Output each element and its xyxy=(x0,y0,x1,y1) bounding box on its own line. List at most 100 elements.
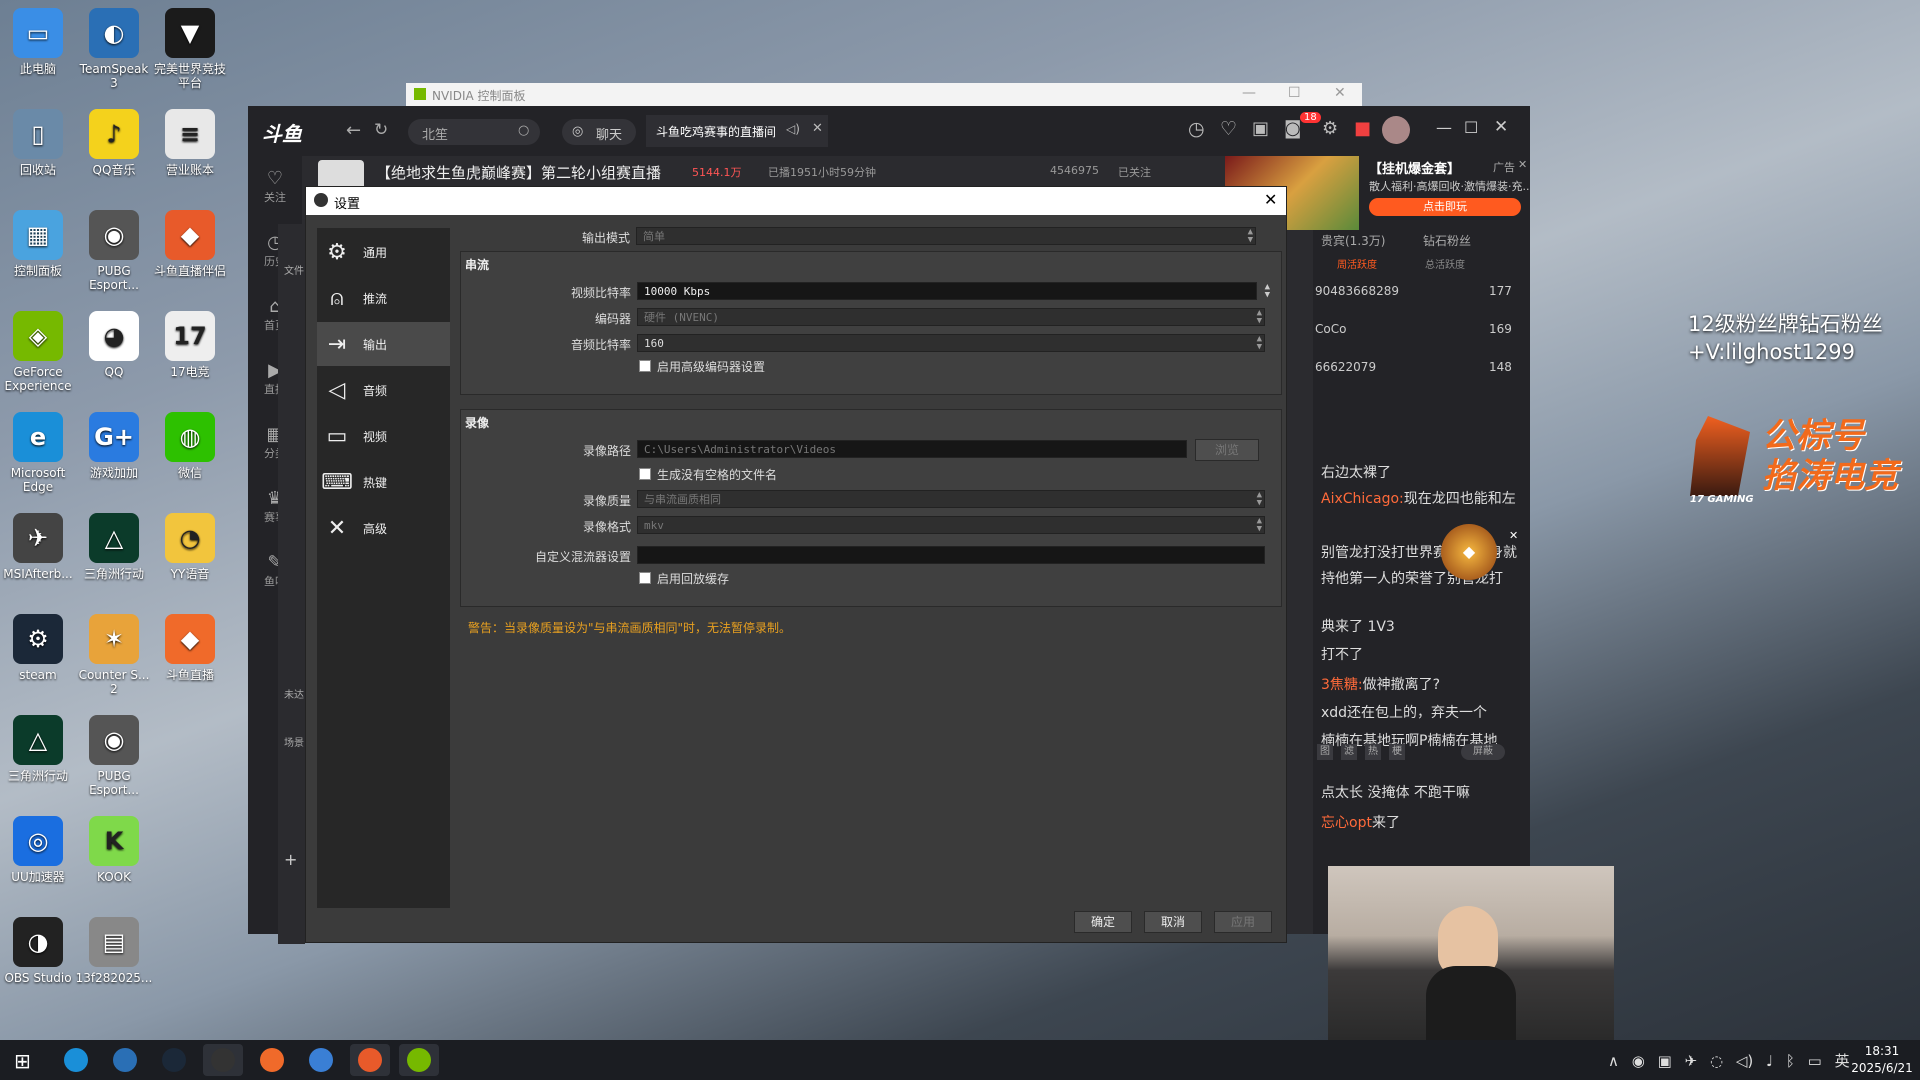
history-icon[interactable]: ◷ xyxy=(1188,118,1205,140)
audio-bitrate-select[interactable]: 160 ▲ ▼ xyxy=(637,334,1265,352)
tray-msi-icon[interactable]: ✈ xyxy=(1685,1052,1698,1070)
nav-item[interactable]: ♡ 关注 xyxy=(248,168,302,205)
recording-path-input[interactable]: C:\Users\Administrator\Videos xyxy=(637,440,1187,458)
desktop-icon[interactable]: ▭ 此电脑 xyxy=(0,8,77,76)
stepper-icon[interactable]: ▲ ▼ xyxy=(1265,283,1270,300)
rank-name[interactable]: CoCo xyxy=(1315,322,1346,336)
rank-name[interactable]: 90483668289 xyxy=(1315,284,1399,298)
settings-nav-hotkeys[interactable]: ⌨ 热键 xyxy=(317,460,450,504)
douyu-logo[interactable]: 斗鱼 xyxy=(262,118,302,147)
chat-tool-button[interactable]: 滤 xyxy=(1341,744,1357,760)
avatar[interactable] xyxy=(1382,116,1410,144)
search-box[interactable]: 北笙 ○ xyxy=(408,119,540,145)
tray-chevron-icon[interactable]: ∧ xyxy=(1608,1052,1619,1070)
taskbar-app[interactable] xyxy=(203,1044,243,1076)
apply-button[interactable]: 应用 xyxy=(1214,911,1272,933)
tray-bluetooth-icon[interactable]: ᛒ xyxy=(1786,1052,1795,1070)
chat-user[interactable]: 忘心opt xyxy=(1321,815,1372,831)
output-mode-select[interactable]: 简单 ▲ ▼ xyxy=(636,227,1256,245)
chat-tab[interactable]: ◎ 聊天 xyxy=(562,119,636,145)
tray-network-icon[interactable]: ◌ xyxy=(1710,1052,1723,1070)
ad-play-button[interactable]: 点击即玩 xyxy=(1369,198,1521,216)
close-icon[interactable]: ✕ xyxy=(1334,85,1346,101)
desktop-icon[interactable]: ◎ UU加速器 xyxy=(0,816,77,884)
replay-buffer-checkbox[interactable] xyxy=(639,572,651,584)
desktop-icon[interactable]: ◆ 斗鱼直播 xyxy=(151,614,229,682)
desktop-icon[interactable]: e Microsoft Edge xyxy=(0,412,77,494)
desktop-icon[interactable]: ✈ MSIAfterb... xyxy=(0,513,77,581)
advanced-encoder-checkbox[interactable] xyxy=(639,360,651,372)
desktop-icon[interactable]: ◉ PUBG Esport... xyxy=(75,210,153,292)
subtab-weekly[interactable]: 周活跃度 xyxy=(1337,256,1377,271)
ad-close-icon[interactable]: ✕ xyxy=(1518,158,1527,171)
tab-vip[interactable]: 贵宾(1.3万) xyxy=(1321,232,1385,249)
ok-button[interactable]: 确定 xyxy=(1074,911,1132,933)
settings-nav-audio[interactable]: ◁ 音频 xyxy=(317,368,450,412)
block-button[interactable]: 屏蔽 xyxy=(1461,744,1505,760)
no-space-filename-checkbox[interactable] xyxy=(639,468,651,480)
desktop-icon[interactable]: ♪ QQ音乐 xyxy=(75,109,153,177)
desktop-icon[interactable]: K KOOK xyxy=(75,816,153,884)
settings-icon[interactable]: ⚙ xyxy=(1322,118,1338,139)
tray-app-icon[interactable]: ▣ xyxy=(1658,1052,1672,1070)
minimize-icon[interactable]: — xyxy=(1242,85,1256,101)
recording-format-select[interactable]: mkv ▲ ▼ xyxy=(637,516,1265,534)
desktop-icon[interactable]: ▯ 回收站 xyxy=(0,109,77,177)
desktop-icon[interactable]: G+ 游戏加加 xyxy=(75,412,153,480)
taskbar-app[interactable] xyxy=(105,1044,145,1076)
desktop-icon[interactable]: ≡ 营业账本 xyxy=(151,109,229,177)
window-close-icon[interactable]: ✕ xyxy=(1494,117,1508,137)
tray-mic-icon[interactable]: ♩ xyxy=(1766,1052,1773,1070)
event-close-icon[interactable]: ✕ xyxy=(1509,529,1518,542)
settings-nav-advanced[interactable]: ✕ 高级 xyxy=(317,506,450,550)
ad-title[interactable]: 【挂机爆金套】 xyxy=(1369,158,1460,177)
desktop-icon[interactable]: △ 三角洲行动 xyxy=(75,513,153,581)
desktop-icon[interactable]: ◑ OBS Studio xyxy=(0,917,77,985)
event-badge-icon[interactable]: ◆ xyxy=(1441,524,1497,580)
window-minimize-icon[interactable]: — xyxy=(1436,118,1452,137)
desktop-icon[interactable]: ◆ 斗鱼直播伴侣 xyxy=(151,210,229,278)
room-tab[interactable]: 斗鱼吃鸡赛事的直播间 ◁) ✕ xyxy=(646,115,828,147)
tab-close-icon[interactable]: ✕ xyxy=(812,121,823,136)
tab-diamond-fans[interactable]: 钻石粉丝 xyxy=(1423,232,1471,249)
favorite-icon[interactable]: ♡ xyxy=(1220,118,1237,140)
desktop-icon[interactable]: ▤ 13f282025... xyxy=(75,917,153,985)
nvidia-control-panel-window[interactable]: NVIDIA 控制面板 — ☐ ✕ xyxy=(406,83,1362,107)
tray-steam-icon[interactable]: ◉ xyxy=(1632,1052,1645,1070)
cancel-button[interactable]: 取消 xyxy=(1144,911,1202,933)
taskbar-app[interactable] xyxy=(350,1044,390,1076)
browse-button[interactable]: 浏览 xyxy=(1195,439,1259,461)
chat-tool-button[interactable]: 梗 xyxy=(1389,744,1405,760)
taskbar-app[interactable] xyxy=(301,1044,341,1076)
settings-nav-video[interactable]: ▭ 视频 xyxy=(317,414,450,458)
taskbar-app[interactable] xyxy=(252,1044,292,1076)
add-scene-icon[interactable]: + xyxy=(284,850,297,869)
search-icon[interactable]: ○ xyxy=(518,123,529,138)
encoder-select[interactable]: 硬件 (NVENC) ▲ ▼ xyxy=(637,308,1265,326)
settings-nav-stream[interactable]: ⍝ 推流 xyxy=(317,276,450,320)
chat-tool-button[interactable]: 热 xyxy=(1365,744,1381,760)
refresh-icon[interactable]: ↻ xyxy=(374,120,388,140)
desktop-icon[interactable]: ▼ 完美世界竞技平台 xyxy=(151,8,229,90)
calendar-icon[interactable]: ▣ xyxy=(1252,118,1269,139)
message-icon[interactable]: ◙ xyxy=(1284,118,1301,139)
gift-icon[interactable]: ■ xyxy=(1354,118,1371,139)
desktop-icon[interactable]: ◍ 微信 xyxy=(151,412,229,480)
tray-wifi-icon[interactable]: ▭ xyxy=(1808,1052,1822,1070)
rank-name[interactable]: 66622079 xyxy=(1315,360,1376,374)
desktop-icon[interactable]: △ 三角洲行动 xyxy=(0,715,77,783)
settings-nav-output[interactable]: ⇥ 输出 xyxy=(317,322,450,366)
taskbar-app[interactable] xyxy=(399,1044,439,1076)
settings-nav-general[interactable]: ⚙ 通用 xyxy=(317,230,450,274)
window-maximize-icon[interactable]: ☐ xyxy=(1464,118,1478,137)
desktop-icon[interactable]: ⚙ steam xyxy=(0,614,77,682)
desktop-icon[interactable]: 17 17电竞 xyxy=(151,311,229,379)
chat-user[interactable]: AixChicago: xyxy=(1321,491,1404,507)
custom-muxer-input[interactable] xyxy=(637,546,1265,564)
desktop-icon[interactable]: ▦ 控制面板 xyxy=(0,210,77,278)
desktop-icon[interactable]: ◕ QQ xyxy=(75,311,153,379)
recording-quality-select[interactable]: 与串流画质相同 ▲ ▼ xyxy=(637,490,1265,508)
start-icon[interactable]: ⊞ xyxy=(14,1049,31,1073)
desktop-icon[interactable]: ◈ GeForce Experience xyxy=(0,311,77,393)
tray-volume-icon[interactable]: ◁) xyxy=(1736,1052,1753,1070)
